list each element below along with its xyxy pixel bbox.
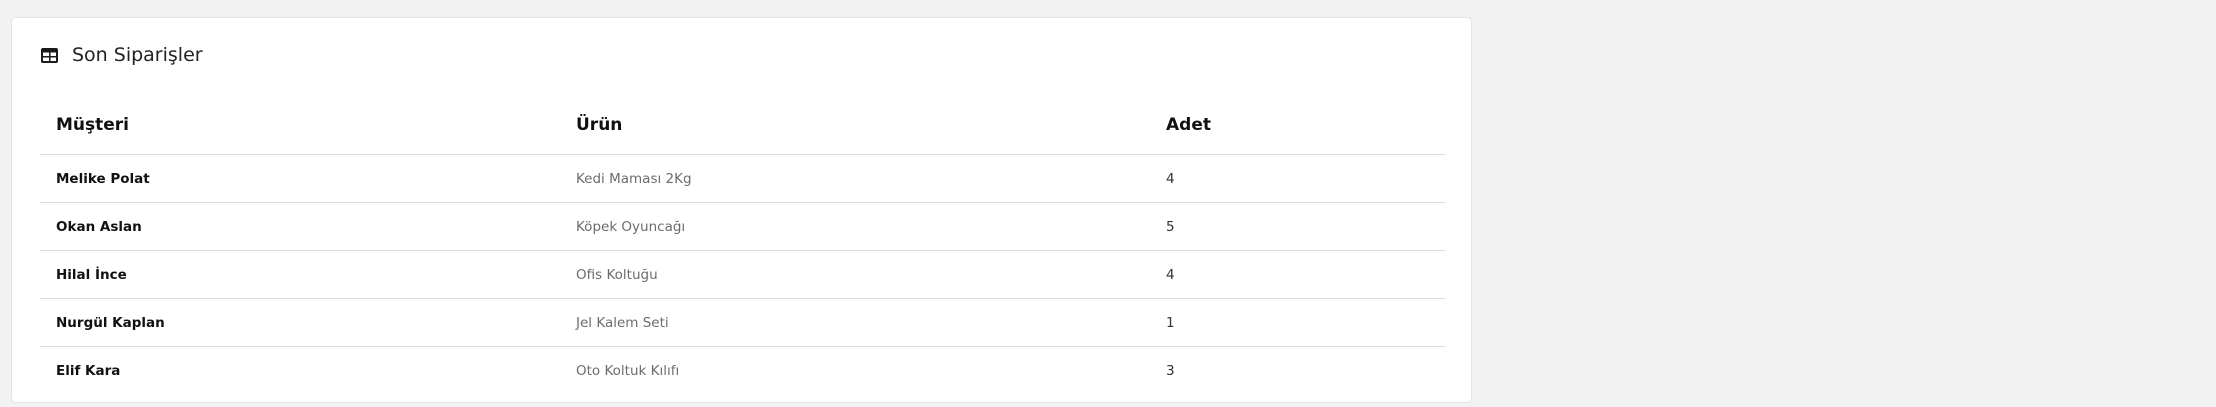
table-row: Elif Kara Oto Koltuk Kılıfı 3 bbox=[40, 347, 1445, 395]
table-icon bbox=[40, 46, 59, 65]
cell-customer: Okan Aslan bbox=[40, 202, 560, 251]
orders-table: Müşteri Ürün Adet Melike Polat Kedi Mama… bbox=[40, 96, 1445, 394]
cell-customer: Hilal İnce bbox=[40, 250, 560, 299]
cell-quantity: 5 bbox=[1150, 202, 1445, 251]
cell-quantity: 1 bbox=[1150, 298, 1445, 347]
cell-product: Oto Koltuk Kılıfı bbox=[576, 362, 680, 379]
card-title: Son Siparişler bbox=[72, 44, 203, 66]
header-customer: Müşteri bbox=[40, 96, 560, 155]
cell-quantity: 3 bbox=[1166, 362, 1175, 379]
cell-product: Kedi Maması 2Kg bbox=[560, 154, 1150, 203]
cell-product: Jel Kalem Seti bbox=[560, 298, 1150, 347]
cell-product: Köpek Oyuncağı bbox=[560, 202, 1150, 251]
cell-product: Ofis Koltuğu bbox=[560, 250, 1150, 299]
cell-quantity: 4 bbox=[1150, 154, 1445, 203]
cell-customer: Nurgül Kaplan bbox=[40, 298, 560, 347]
table-row: Okan Aslan Köpek Oyuncağı 5 bbox=[40, 202, 1445, 251]
table-row: Hilal İnce Ofis Koltuğu 4 bbox=[40, 250, 1445, 299]
table-row: Melike Polat Kedi Maması 2Kg 4 bbox=[40, 154, 1445, 203]
cell-quantity: 4 bbox=[1150, 250, 1445, 299]
table-header-row: Müşteri Ürün Adet bbox=[40, 96, 1445, 155]
header-quantity: Adet bbox=[1150, 96, 1445, 155]
cell-customer: Melike Polat bbox=[40, 154, 560, 203]
recent-orders-card: Son Siparişler Müşteri Ürün Adet Melike … bbox=[11, 17, 1472, 403]
orders-table-wrapper: Müşteri Ürün Adet Melike Polat Kedi Mama… bbox=[40, 96, 1445, 394]
header-product: Ürün bbox=[560, 96, 1150, 155]
table-row: Nurgül Kaplan Jel Kalem Seti 1 bbox=[40, 298, 1445, 347]
card-header: Son Siparişler bbox=[40, 42, 203, 68]
cell-customer: Elif Kara bbox=[56, 362, 121, 379]
